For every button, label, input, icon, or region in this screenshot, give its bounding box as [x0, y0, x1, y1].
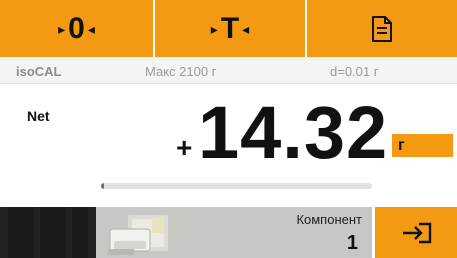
- capacity-bar: [101, 183, 372, 189]
- zero-left-marker: ▸: [58, 20, 66, 37]
- tare-left-marker: ▸: [210, 20, 218, 37]
- weight-sign: +: [176, 132, 193, 163]
- enter-button[interactable]: [375, 207, 457, 258]
- document-button[interactable]: [305, 0, 457, 57]
- toolbar: ▸ 0 ◂ ▸ T ◂: [0, 0, 457, 57]
- max-capacity: Макс 2100 г: [145, 64, 217, 79]
- brand-label: isoCAL: [16, 64, 62, 79]
- enter-icon: [403, 222, 432, 243]
- component-number: 1: [346, 232, 358, 254]
- component-image: [108, 215, 168, 255]
- tare-button[interactable]: ▸ T ◂: [153, 0, 305, 57]
- tare-icon: T: [220, 11, 240, 45]
- zero-icon: 0: [68, 11, 85, 45]
- tare-right-marker: ◂: [242, 20, 250, 37]
- readability: d=0.01 г: [330, 64, 379, 79]
- zero-right-marker: ◂: [87, 20, 95, 37]
- weight-value: 14.32: [198, 91, 389, 174]
- info-row: isoCAL Макс 2100 г d=0.01 г: [0, 57, 457, 84]
- dark-panel: [0, 207, 96, 258]
- document-icon: [372, 15, 392, 42]
- unit-button[interactable]: г: [392, 134, 453, 157]
- capacity-bar-fill: [101, 183, 104, 189]
- component-panel[interactable]: Компонент 1: [96, 207, 372, 258]
- component-label: Компонент: [296, 212, 362, 227]
- bottom-bar: Компонент 1: [0, 207, 457, 258]
- zero-button[interactable]: ▸ 0 ◂: [0, 0, 153, 57]
- net-label: Net: [27, 108, 50, 124]
